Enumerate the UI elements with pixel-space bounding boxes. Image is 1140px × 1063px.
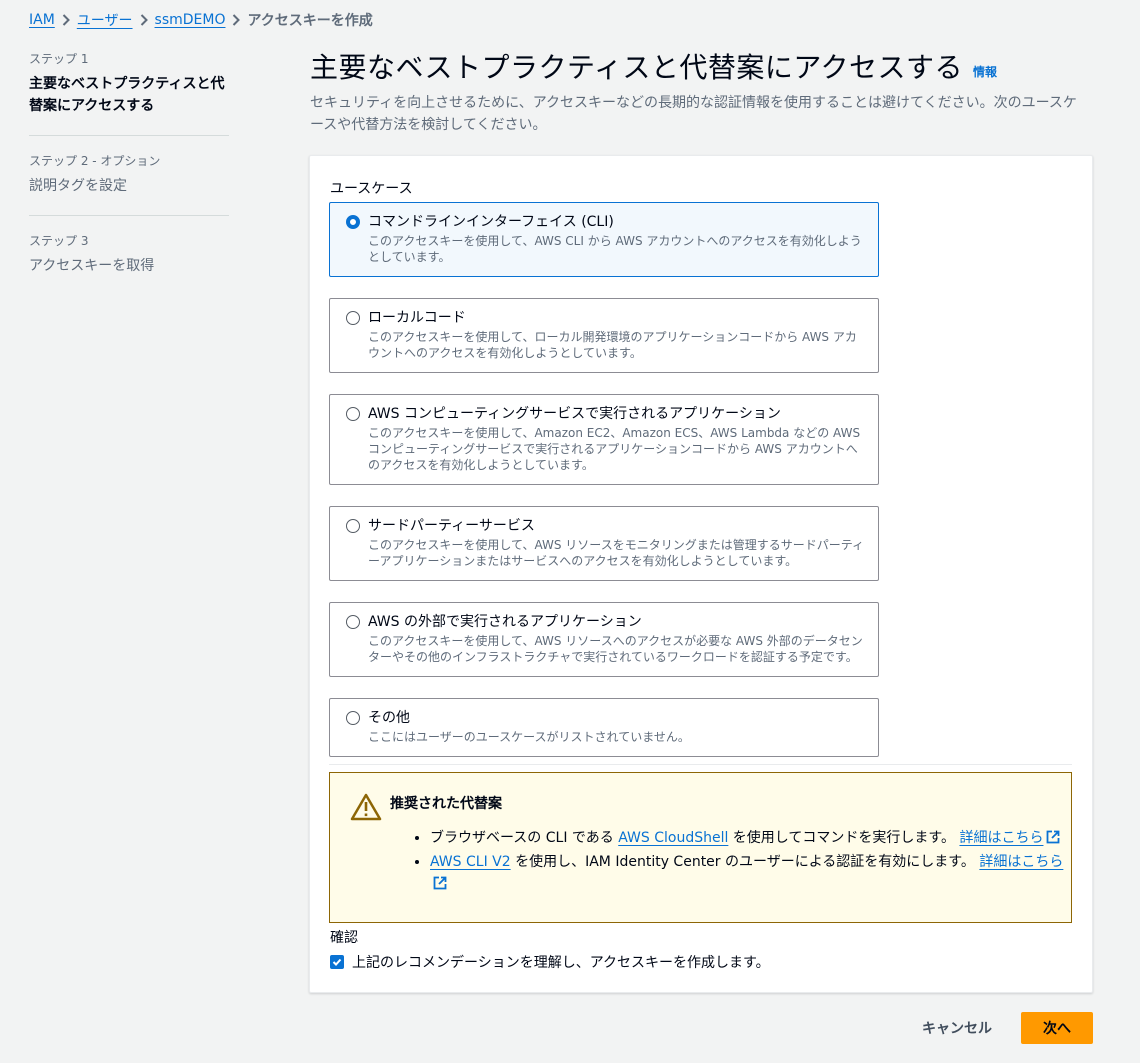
page-header: 主要なベストプラクティスと代替案にアクセスする 情報 セキュリティを向上させるた…: [310, 48, 1100, 136]
option-description: このアクセスキーを使用して、ローカル開発環境のアプリケーションコードから AWS…: [368, 330, 857, 360]
breadcrumb-user-name[interactable]: ssmDEMO: [155, 12, 226, 28]
radio-icon[interactable]: [346, 711, 360, 725]
wizard-steps: ステップ 1 主要なベストプラクティスと代替案にアクセスする ステップ 2 - …: [29, 50, 229, 311]
step-1: ステップ 1 主要なベストプラクティスと代替案にアクセスする: [29, 50, 229, 136]
option-cli[interactable]: コマンドラインインターフェイス (CLI) このアクセスキーを使用して、AWS …: [329, 202, 879, 277]
page-description: セキュリティを向上させるために、アクセスキーなどの長期的な認証情報を使用すること…: [310, 95, 1077, 133]
breadcrumb-iam[interactable]: IAM: [29, 12, 55, 28]
step-1-title: 主要なベストプラクティスと代替案にアクセスする: [29, 76, 225, 114]
alert-list: ブラウザベースの CLI である AWS CloudShell を使用してコマン…: [412, 827, 1070, 897]
chevron-right-icon: [133, 12, 155, 28]
checkbox-checked-icon[interactable]: [330, 955, 344, 969]
alert-item-cloudshell: ブラウザベースの CLI である AWS CloudShell を使用してコマン…: [430, 827, 1070, 851]
confirm-checkbox-row[interactable]: 上記のレコメンデーションを理解し、アクセスキーを作成します。: [330, 952, 770, 972]
learn-more-link[interactable]: 詳細はこちら: [959, 830, 1043, 846]
radio-icon[interactable]: [346, 615, 360, 629]
option-title: AWS コンピューティングサービスで実行されるアプリケーション: [368, 406, 781, 422]
radio-selected-icon[interactable]: [346, 215, 360, 229]
breadcrumb-current: アクセスキーを作成: [247, 13, 373, 29]
alert-text: を使用してコマンドを実行します。: [728, 830, 960, 846]
confirm-label: 確認: [330, 930, 358, 946]
external-link-icon[interactable]: [1046, 829, 1060, 851]
option-outside-aws[interactable]: AWS の外部で実行されるアプリケーション このアクセスキーを使用して、AWS …: [329, 602, 879, 677]
option-other[interactable]: その他 ここにはユーザーのユースケースがリストされていません。: [329, 698, 879, 757]
radio-icon[interactable]: [346, 311, 360, 325]
breadcrumb-users[interactable]: ユーザー: [77, 10, 133, 30]
option-description: このアクセスキーを使用して、AWS CLI から AWS アカウントへのアクセス…: [368, 234, 862, 264]
next-button[interactable]: 次へ: [1021, 1012, 1093, 1044]
external-link-icon[interactable]: [433, 875, 447, 897]
recommended-alternatives-alert: 推奨された代替案 ブラウザベースの CLI である AWS CloudShell…: [329, 772, 1072, 923]
option-description: このアクセスキーを使用して、AWS リソースへのアクセスが必要な AWS 外部の…: [368, 634, 863, 664]
cloudshell-link[interactable]: AWS CloudShell: [618, 830, 728, 846]
alert-item-cli-v2: AWS CLI V2 を使用し、IAM Identity Center のユーザ…: [430, 851, 1070, 897]
option-third-party[interactable]: サードパーティーサービス このアクセスキーを使用して、AWS リソースをモニタリ…: [329, 506, 879, 581]
divider: [329, 764, 1072, 765]
page-title: 主要なベストプラクティスと代替案にアクセスする: [310, 51, 963, 84]
option-aws-compute[interactable]: AWS コンピューティングサービスで実行されるアプリケーション このアクセスキー…: [329, 394, 879, 485]
option-title: AWS の外部で実行されるアプリケーション: [368, 614, 642, 630]
step-3-title: アクセスキーを取得: [29, 258, 155, 274]
confirm-checkbox-label: 上記のレコメンデーションを理解し、アクセスキーを作成します。: [352, 955, 770, 971]
step-3-label: ステップ 3: [29, 234, 89, 248]
cancel-button[interactable]: キャンセル: [910, 1013, 1004, 1043]
info-link[interactable]: 情報: [973, 63, 997, 80]
option-title: サードパーティーサービス: [368, 518, 535, 534]
warning-icon: [350, 793, 382, 825]
alert-text: を使用し、IAM Identity Center のユーザーによる認証を有効にし…: [510, 854, 980, 870]
step-2: ステップ 2 - オプション 説明タグを設定: [29, 152, 229, 216]
use-case-label: ユースケース: [330, 181, 413, 197]
breadcrumb: IAM ユーザー ssmDEMO アクセスキーを作成: [29, 10, 373, 30]
radio-icon[interactable]: [346, 519, 360, 533]
option-description: このアクセスキーを使用して、AWS リソースをモニタリングまたは管理するサードパ…: [368, 538, 864, 568]
option-description: ここにはユーザーのユースケースがリストされていません。: [368, 730, 690, 744]
option-description: このアクセスキーを使用して、Amazon EC2、Amazon ECS、AWS …: [368, 426, 861, 472]
option-title: その他: [368, 710, 410, 726]
step-2-title: 説明タグを設定: [29, 178, 127, 194]
cli-v2-link[interactable]: AWS CLI V2: [430, 854, 511, 870]
use-case-container: ユースケース コマンドラインインターフェイス (CLI) このアクセスキーを使用…: [309, 155, 1093, 993]
title-row: 主要なベストプラクティスと代替案にアクセスする 情報: [310, 48, 1100, 88]
step-2-label: ステップ 2 - オプション: [29, 154, 161, 168]
learn-more-link[interactable]: 詳細はこちら: [979, 854, 1063, 870]
chevron-right-icon: [225, 12, 247, 28]
chevron-right-icon: [55, 12, 77, 28]
step-1-label: ステップ 1: [29, 52, 89, 66]
alert-text: ブラウザベースの CLI である: [430, 830, 619, 846]
option-title: ローカルコード: [368, 310, 466, 326]
option-title: コマンドラインインターフェイス (CLI): [368, 214, 614, 230]
step-3: ステップ 3 アクセスキーを取得: [29, 232, 229, 295]
option-local-code[interactable]: ローカルコード このアクセスキーを使用して、ローカル開発環境のアプリケーションコ…: [329, 298, 879, 373]
radio-icon[interactable]: [346, 407, 360, 421]
alert-title: 推奨された代替案: [390, 796, 502, 812]
